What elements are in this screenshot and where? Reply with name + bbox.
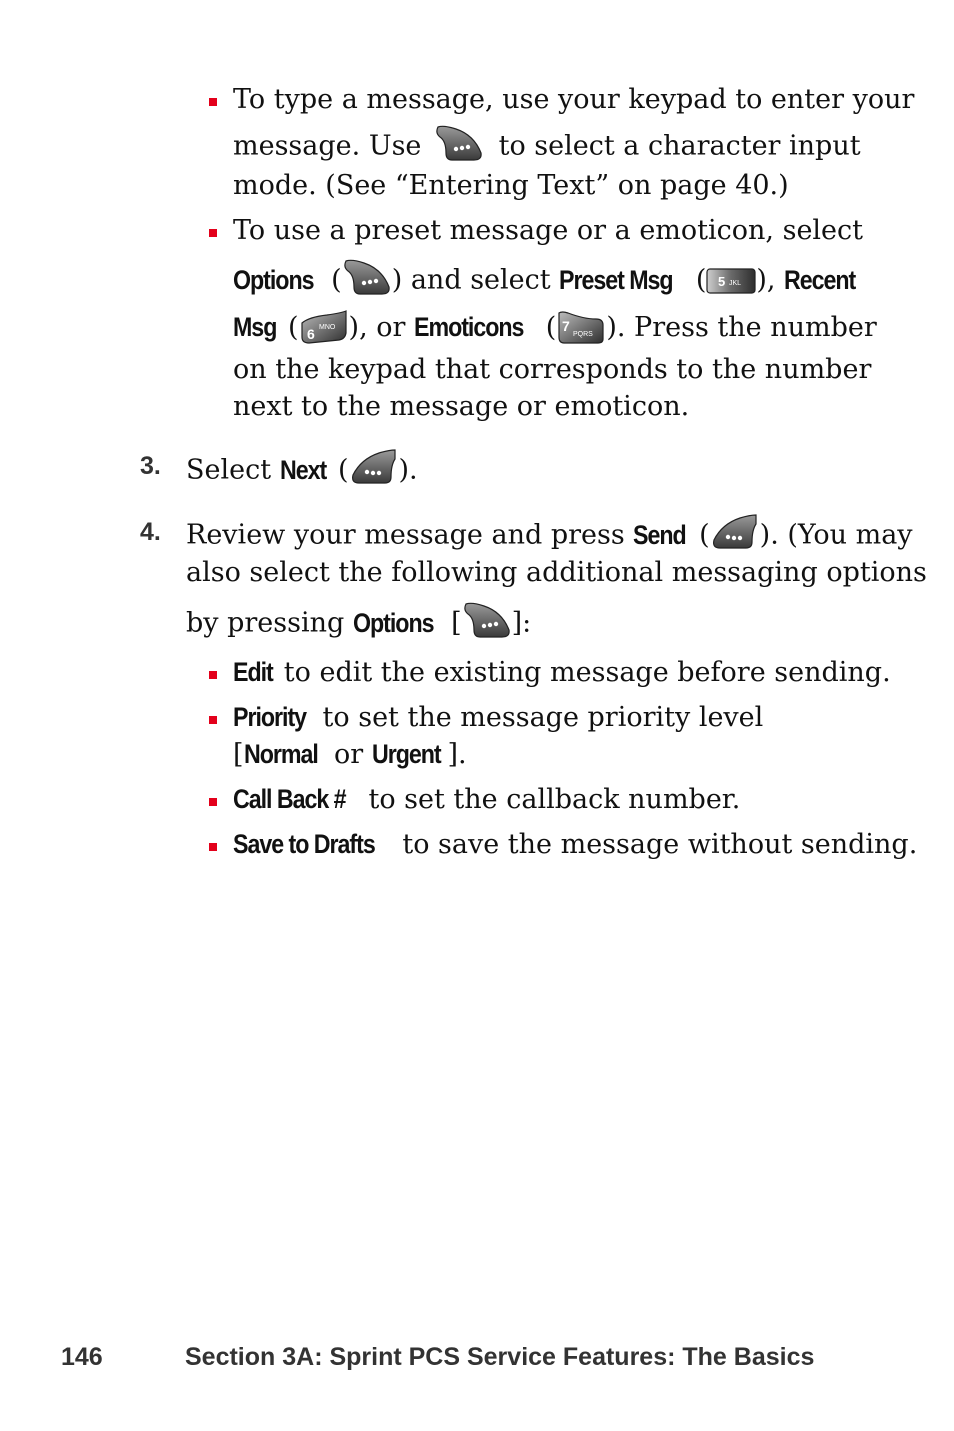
step-text-line: Select Next ( ). bbox=[186, 449, 418, 491]
body-text: [ bbox=[442, 607, 462, 639]
step-number: 3. bbox=[140, 452, 161, 480]
svg-text:7: 7 bbox=[562, 318, 570, 334]
body-text: to save the message without sending. bbox=[393, 829, 918, 860]
body-text: Select bbox=[186, 454, 280, 486]
body-text: on the keypad that corresponds to the nu… bbox=[233, 354, 872, 385]
bullet-text-line: Options ( ) and select Preset Msg ( 5 JKL… bbox=[233, 259, 863, 301]
bullet-marker bbox=[209, 716, 217, 724]
menu-term-urgent: Urgent bbox=[371, 739, 442, 769]
menu-term-preset-msg: Preset Msg bbox=[559, 264, 674, 295]
svg-text:6: 6 bbox=[307, 326, 315, 342]
bullet-marker bbox=[209, 798, 217, 806]
step-number: 4. bbox=[140, 518, 161, 546]
body-text: next to the message or emoticon. bbox=[233, 391, 690, 422]
option-item-callback: Call Back # to set the callback number. bbox=[233, 781, 740, 818]
option-item-priority: Priority to set the message priority lev… bbox=[233, 699, 763, 736]
menu-term-call-back: Call Back # bbox=[233, 784, 347, 814]
menu-term-edit: Edit bbox=[233, 657, 274, 687]
keypad-5-icon: 5 JKL bbox=[706, 268, 756, 294]
body-text: ( bbox=[690, 519, 710, 551]
svg-text:PQRS: PQRS bbox=[573, 331, 593, 338]
section-title: Section 3A: Sprint PCS Service Features:… bbox=[185, 1343, 815, 1371]
menu-term-options: Options bbox=[352, 607, 435, 638]
softkey-left-icon bbox=[349, 447, 399, 487]
body-text: ) and select bbox=[391, 264, 560, 296]
body-text: ( bbox=[687, 264, 707, 296]
page-number: 146 bbox=[61, 1343, 103, 1371]
bullet-marker bbox=[209, 98, 217, 106]
body-text: by pressing bbox=[186, 607, 353, 639]
step-text-line: Review your message and press Send ( ). … bbox=[186, 514, 913, 556]
body-text: mode. (See “Entering Text” on page 40.) bbox=[233, 170, 789, 201]
menu-term-send: Send bbox=[633, 519, 687, 550]
menu-term-emoticons: Emoticons bbox=[413, 312, 524, 342]
softkey-right-icon bbox=[462, 600, 512, 640]
menu-term-recent-msg: Recent bbox=[784, 264, 856, 295]
body-text: ), bbox=[756, 264, 785, 296]
menu-term-normal: Normal bbox=[243, 739, 319, 769]
body-text: to select a character input bbox=[498, 130, 861, 162]
softkey-left-icon bbox=[710, 512, 760, 552]
body-text: ]: bbox=[511, 607, 532, 639]
body-text: ( bbox=[329, 454, 349, 486]
bullet-marker bbox=[209, 229, 217, 237]
body-text: ( bbox=[537, 312, 557, 343]
body-text: to set the callback number. bbox=[359, 784, 741, 815]
body-text: To use a preset message or a emoticon, s… bbox=[233, 215, 864, 246]
bullet-text-line: on the keypad that corresponds to the nu… bbox=[233, 352, 871, 388]
body-text: message. Use bbox=[233, 130, 422, 162]
menu-term-next: Next bbox=[279, 454, 327, 485]
body-text: ), or bbox=[348, 312, 414, 343]
body-text: ). (You may bbox=[759, 519, 913, 551]
bullet-text-line: message. Use to select a character input bbox=[233, 125, 861, 167]
bullet-text-line: mode. (See “Entering Text” on page 40.) bbox=[233, 168, 789, 204]
bullet-text-line: To type a message, use your keypad to en… bbox=[233, 82, 914, 118]
menu-term-save-to-drafts: Save to Drafts bbox=[233, 829, 376, 859]
body-text: ). Press the number bbox=[606, 312, 877, 343]
body-text: or bbox=[325, 739, 372, 770]
body-text: also select the following additional mes… bbox=[186, 557, 927, 588]
body-text: to set the message priority level bbox=[313, 702, 764, 733]
softkey-right-icon bbox=[434, 123, 484, 163]
option-item-edit: Edit to edit the existing message before… bbox=[233, 654, 891, 691]
menu-term-recent-msg: Msg bbox=[233, 312, 277, 342]
body-text: to edit the existing message before send… bbox=[275, 657, 891, 688]
step-text-line: by pressing Options [ ]: bbox=[186, 602, 532, 644]
body-text: To type a message, use your keypad to en… bbox=[233, 84, 915, 115]
body-text: Review your message and press bbox=[186, 519, 634, 551]
bullet-text-line: To use a preset message or a emoticon, s… bbox=[233, 213, 863, 249]
option-item-priority: [Normal or Urgent]. bbox=[233, 736, 467, 773]
softkey-right-icon bbox=[342, 257, 392, 297]
bullet-marker bbox=[209, 671, 217, 679]
menu-term-priority: Priority bbox=[233, 702, 307, 732]
option-item-save-drafts: Save to Drafts to save the message witho… bbox=[233, 826, 917, 863]
body-text: [ bbox=[233, 739, 244, 770]
bullet-text-line: next to the message or emoticon. bbox=[233, 389, 689, 425]
body-text: ( bbox=[322, 264, 342, 296]
keypad-6-icon: 6 MNO bbox=[299, 309, 349, 345]
manual-page: To type a message, use your keypad to en… bbox=[0, 0, 954, 1431]
menu-term-options: Options bbox=[233, 264, 315, 295]
bullet-text-line: Msg ( 6 MNO ), or Emoticons ( 7 PQRS ). Pr… bbox=[233, 309, 877, 347]
body-text: ). bbox=[398, 454, 418, 486]
keypad-7-icon: 7 PQRS bbox=[556, 309, 606, 345]
bullet-marker bbox=[209, 843, 217, 851]
body-text: ( bbox=[279, 312, 299, 343]
step-text-line: also select the following additional mes… bbox=[186, 555, 927, 591]
svg-text:MNO: MNO bbox=[319, 324, 336, 331]
body-text: ]. bbox=[447, 739, 467, 770]
svg-text:JKL: JKL bbox=[729, 280, 741, 287]
svg-text:5: 5 bbox=[718, 274, 725, 289]
